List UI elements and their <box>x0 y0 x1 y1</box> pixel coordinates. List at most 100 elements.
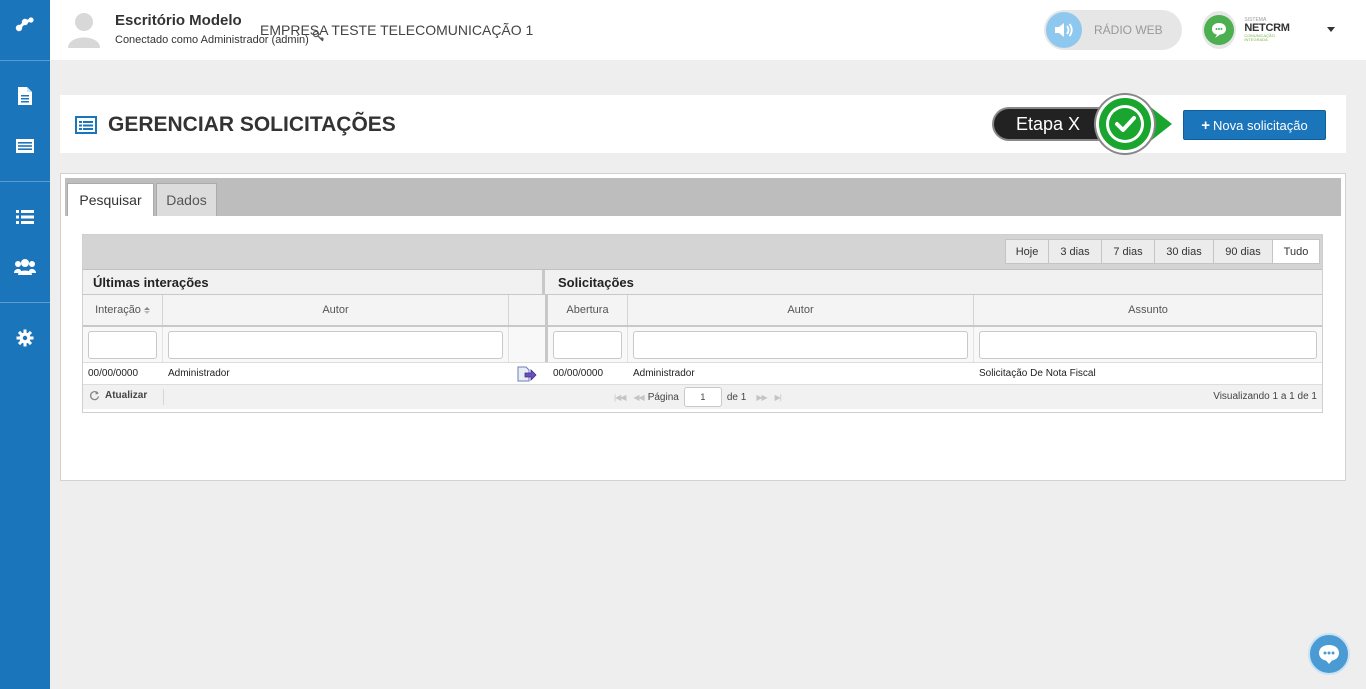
filter-30-days-button[interactable]: 30 dias <box>1154 239 1214 264</box>
filter-cell-abertura <box>548 327 628 362</box>
sidebar-divider <box>0 60 50 61</box>
col-interacao[interactable]: Interação <box>83 295 163 325</box>
user-avatar-icon[interactable] <box>67 10 101 48</box>
list-icon <box>16 210 34 224</box>
filter-assunto-input[interactable] <box>979 330 1317 359</box>
chat-bubble-icon <box>1212 23 1227 38</box>
netcrm-badge-inner <box>1204 15 1235 45</box>
sort-icon <box>143 306 150 314</box>
col-assunto[interactable]: Assunto <box>974 295 1322 325</box>
page-number-input[interactable]: 1 <box>683 387 722 407</box>
filter-abertura-input[interactable] <box>553 330 622 359</box>
new-request-button[interactable]: + Nova solicitação <box>1183 110 1326 140</box>
prev-page-icon[interactable]: ◀◀ <box>633 393 644 402</box>
filter-cell-assunto <box>974 327 1322 362</box>
grid-pager: Atualizar |◀◀ ◀◀ Página 1 de 1 ▶▶ ▶| Vis… <box>83 385 1322 409</box>
cell-assunto: Solicitação De Nota Fiscal <box>979 368 1096 379</box>
netcrm-logo[interactable]: SISTEMA NETCRM COMUNICAÇÃO INTEGRADA <box>1202 11 1294 49</box>
next-page-icon[interactable]: ▶▶ <box>756 393 767 402</box>
refresh-button[interactable]: Atualizar <box>89 390 147 401</box>
title-panel: GERENCIAR SOLICITAÇÕES Etapa X + Nova so… <box>60 95 1346 153</box>
netcrm-tagline: COMUNICAÇÃO INTEGRADA <box>1244 33 1275 42</box>
cell-autor-interacao: Administrador <box>168 368 230 379</box>
requests-icon <box>75 116 97 134</box>
app-logo[interactable] <box>0 0 50 50</box>
users-icon <box>14 259 36 275</box>
key-icon[interactable] <box>312 30 324 42</box>
open-request-icon[interactable] <box>517 366 537 382</box>
netcrm-badge <box>1202 11 1237 49</box>
column-header-row: Interação Autor Abertura Autor Assunto <box>83 295 1322 327</box>
records-info: Visualizando 1 a 1 de 1 <box>1213 391 1317 402</box>
table-row[interactable]: 00/00/0000 Administrador 00/00/0000 Admi… <box>83 363 1322 385</box>
main-panel: Pesquisar Dados Hoje 3 dias 7 dias 30 di… <box>60 173 1346 481</box>
filter-cell-action <box>509 327 548 362</box>
radio-web-label: RÁDIO WEB <box>1094 23 1163 37</box>
page-title: GERENCIAR SOLICITAÇÕES <box>108 113 396 136</box>
user-menu-caret-icon[interactable] <box>1327 27 1335 32</box>
sidebar <box>0 0 50 689</box>
tab-pesquisar[interactable]: Pesquisar <box>67 183 154 216</box>
cell-interacao: 00/00/0000 <box>88 368 139 379</box>
sidebar-divider <box>0 181 50 182</box>
netcrm-text: SISTEMA NETCRM COMUNICAÇÃO INTEGRADA <box>1244 18 1294 42</box>
group-requests: Solicitações <box>558 274 634 290</box>
refresh-label: Atualizar <box>105 390 148 401</box>
cell-abertura: 00/00/0000 <box>553 368 604 379</box>
sidebar-item-settings[interactable] <box>0 313 50 363</box>
first-page-icon[interactable]: |◀◀ <box>614 393 626 402</box>
check-badge <box>1096 95 1154 153</box>
tab-dados[interactable]: Dados <box>156 183 217 216</box>
filter-autor-interacao-input[interactable] <box>168 330 503 359</box>
filter-today-button[interactable]: Hoje <box>1005 239 1049 264</box>
plus-icon: + <box>1201 116 1211 134</box>
top-header: Escritório Modelo Conectado como Adminis… <box>50 0 1366 60</box>
filter-interacao-input[interactable] <box>88 330 157 359</box>
col-autor-interacao[interactable]: Autor <box>163 295 509 325</box>
period-filter-buttons: Hoje 3 dias 7 dias 30 dias 90 dias Tudo <box>1005 239 1320 264</box>
filter-cell-interacao <box>83 327 163 362</box>
col-action <box>509 295 548 325</box>
speaker-icon <box>1055 23 1073 37</box>
last-page-icon[interactable]: ▶| <box>775 393 782 402</box>
pager-controls: |◀◀ ◀◀ Página 1 de 1 ▶▶ ▶| <box>610 387 785 407</box>
filter-3-days-button[interactable]: 3 dias <box>1048 239 1102 264</box>
requests-grid: Hoje 3 dias 7 dias 30 dias 90 dias Tudo … <box>82 234 1323 413</box>
radio-circle <box>1046 12 1082 48</box>
company-name: Escritório Modelo <box>115 12 242 29</box>
sidebar-item-users[interactable] <box>0 242 50 292</box>
gear-icon <box>16 329 34 347</box>
group-last-interactions: Últimas interações <box>83 270 545 294</box>
cell-action <box>509 363 548 384</box>
checkmark-icon <box>1106 105 1144 143</box>
document-icon <box>18 87 32 105</box>
chat-button[interactable] <box>1308 633 1350 675</box>
filter-autor-solicitacao-input[interactable] <box>633 330 968 359</box>
page-total: de 1 <box>726 391 747 403</box>
radio-web-button[interactable]: RÁDIO WEB <box>1044 10 1182 50</box>
tab-strip: Pesquisar Dados <box>65 178 1341 216</box>
chat-icon <box>1319 645 1339 664</box>
column-filter-row <box>83 327 1322 363</box>
sidebar-item-requests[interactable] <box>0 121 50 171</box>
step-label: Etapa X <box>992 107 1102 141</box>
column-group-header: Últimas interações Solicitações <box>83 270 1322 295</box>
col-abertura[interactable]: Abertura <box>548 295 628 325</box>
filter-cell-autor <box>163 327 509 362</box>
sidebar-item-documents[interactable] <box>0 71 50 121</box>
sidebar-item-lists[interactable] <box>0 192 50 242</box>
pager-divider <box>163 389 164 405</box>
period-filter-bar: Hoje 3 dias 7 dias 30 dias 90 dias Tudo <box>83 235 1322 270</box>
logo-icon <box>15 17 34 32</box>
filter-cell-autor-sol <box>628 327 974 362</box>
refresh-icon <box>90 391 100 401</box>
col-autor-solicitacao[interactable]: Autor <box>628 295 974 325</box>
filter-all-button[interactable]: Tudo <box>1272 239 1320 264</box>
filter-90-days-button[interactable]: 90 dias <box>1213 239 1273 264</box>
page-label: Página <box>647 391 679 403</box>
sidebar-divider <box>0 302 50 303</box>
filter-7-days-button[interactable]: 7 dias <box>1101 239 1155 264</box>
col-interacao-label: Interação <box>95 304 141 316</box>
enterprise-name[interactable]: EMPRESA TESTE TELECOMUNICAÇÃO 1 <box>260 22 533 38</box>
form-icon <box>16 139 34 153</box>
